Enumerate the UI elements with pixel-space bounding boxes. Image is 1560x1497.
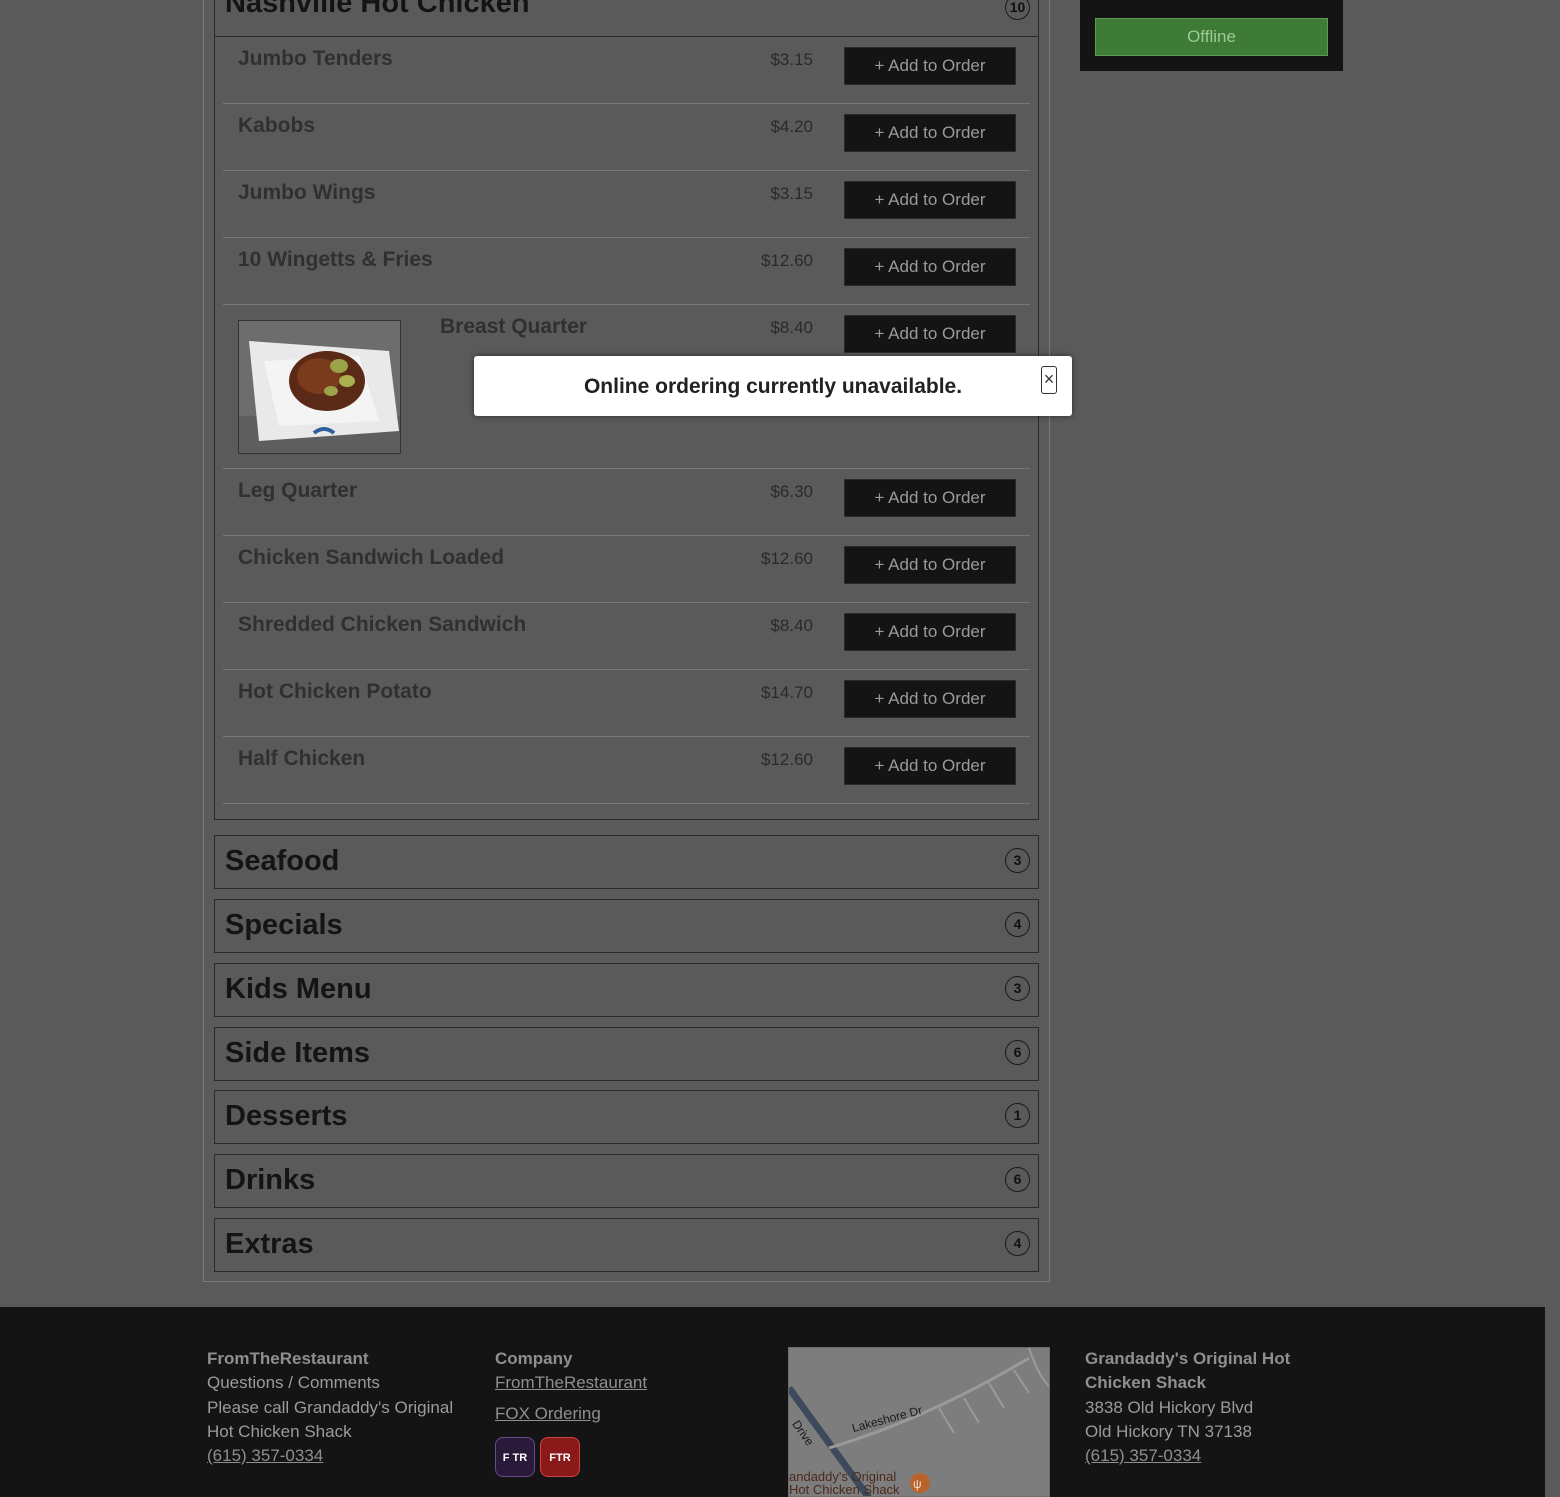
footer-text: Please call Grandaddy's Original [207,1397,454,1417]
item-price: $12.60 [761,251,813,270]
map-place-label: andaddy's Original Hot Chicken Shack [789,1470,900,1496]
ftr-app-icon[interactable]: FTR [540,1437,580,1477]
category-header[interactable]: Nashville Hot Chicken 10 [215,0,1038,37]
offline-status-button[interactable]: Offline [1095,18,1328,56]
item-name: 10 Wingetts & Fries [238,248,433,271]
footer-text: Hot Chicken Shack [207,1421,352,1441]
footer-heading: Company [495,1349,573,1368]
item-price: $12.60 [761,549,813,568]
modal-message: Online ordering currently unavailable. [583,375,963,398]
menu-item: Kabobs $4.20 + Add to Order [223,104,1030,171]
category-seafood[interactable]: Seafood 3 [214,835,1039,889]
item-name: Breast Quarter [440,315,588,338]
item-name: Half Chicken [238,747,366,770]
add-to-order-button[interactable]: + Add to Order [844,248,1016,286]
add-to-order-button[interactable]: + Add to Order [844,479,1016,517]
fox-ordering-link[interactable]: FOX Ordering [495,1402,601,1426]
ftr-app-icon[interactable]: F TR [495,1437,535,1477]
address-line: 3838 Old Hickory Blvd [1085,1397,1254,1417]
menu-panel: Nashville Hot Chicken 10 Jumbo Tenders $… [203,0,1050,1282]
footer-heading: Chicken Shack [1085,1373,1206,1393]
item-price: $4.20 [770,117,813,136]
category-title: Drinks [225,1164,316,1196]
footer-phone-link[interactable]: (615) 357-0334 [207,1444,323,1468]
item-photo[interactable] [238,320,401,454]
menu-item: Shredded Chicken Sandwich $8.40 + Add to… [223,603,1030,670]
site-footer: FromTheRestaurant Questions / Comments P… [0,1307,1545,1497]
footer-contact: FromTheRestaurant Questions / Comments P… [207,1347,467,1468]
category-title: Extras [225,1228,314,1260]
location-map[interactable]: ψ Lakeshore Dr Drive andaddy's Original … [788,1347,1050,1497]
menu-item: Jumbo Tenders $3.15 + Add to Order [223,37,1030,104]
footer-heading: FromTheRestaurant [207,1349,369,1368]
item-name: Jumbo Tenders [238,47,393,70]
add-to-order-button[interactable]: + Add to Order [844,747,1016,785]
category-title: Nashville Hot Chicken [225,0,530,19]
menu-item: Jumbo Wings $3.15 + Add to Order [223,171,1030,238]
category-title: Side Items [225,1037,371,1069]
menu-item: Chicken Sandwich Loaded $12.60 + Add to … [223,536,1030,603]
order-panel: Offline [1080,0,1343,71]
footer-text: Questions / Comments [207,1373,380,1393]
menu-item: Hot Chicken Potato $14.70 + Add to Order [223,670,1030,737]
footer-heading: Grandaddy's Original Hot [1085,1349,1291,1368]
add-to-order-button[interactable]: + Add to Order [844,546,1016,584]
add-to-order-button[interactable]: + Add to Order [844,680,1016,718]
item-price: $6.30 [770,482,813,501]
item-count-badge: 3 [1005,848,1030,873]
category-title: Kids Menu [225,973,372,1005]
close-icon[interactable]: × [1041,366,1057,394]
item-price: $8.40 [770,616,813,635]
item-price: $3.15 [770,184,813,203]
unavailable-modal: Online ordering currently unavailable. × [474,356,1072,416]
address-line: Old Hickory TN 37138 [1085,1421,1252,1441]
add-to-order-button[interactable]: + Add to Order [844,315,1016,353]
item-count-badge: 3 [1005,976,1030,1001]
item-count-badge: 10 [1005,0,1030,20]
category-kids-menu[interactable]: Kids Menu 3 [214,963,1039,1017]
footer-phone-link[interactable]: (615) 357-0334 [1085,1444,1201,1468]
item-price: $14.70 [761,683,813,702]
item-name: Shredded Chicken Sandwich [238,613,527,636]
item-name: Leg Quarter [238,479,358,502]
footer-company: Company FromTheRestaurant FOX Ordering [495,1347,735,1426]
menu-item: 10 Wingetts & Fries $12.60 + Add to Orde… [223,238,1030,305]
svg-text:ψ: ψ [913,1477,922,1491]
add-to-order-button[interactable]: + Add to Order [844,613,1016,651]
item-name: Chicken Sandwich Loaded [238,546,505,569]
category-side-items[interactable]: Side Items 6 [214,1027,1039,1081]
add-to-order-button[interactable]: + Add to Order [844,181,1016,219]
menu-item: Half Chicken $12.60 + Add to Order [223,737,1030,804]
fromtherestaurant-link[interactable]: FromTheRestaurant [495,1371,647,1395]
add-to-order-button[interactable]: + Add to Order [844,114,1016,152]
category-title: Desserts [225,1100,348,1132]
item-name: Kabobs [238,114,316,137]
item-count-badge: 4 [1005,912,1030,937]
add-to-order-button[interactable]: + Add to Order [844,47,1016,85]
footer-restaurant-info: Grandaddy's Original Hot Chicken Shack 3… [1085,1347,1345,1468]
item-count-badge: 6 [1005,1040,1030,1065]
item-price: $12.60 [761,750,813,769]
item-count-badge: 4 [1005,1231,1030,1256]
category-specials[interactable]: Specials 4 [214,899,1039,953]
item-count-badge: 6 [1005,1167,1030,1192]
item-price: $8.40 [770,318,813,337]
category-title: Seafood [225,845,340,877]
menu-item: Leg Quarter $6.30 + Add to Order [223,469,1030,536]
item-name: Hot Chicken Potato [238,680,432,703]
map-place-line: Hot Chicken Shack [789,1482,900,1497]
item-count-badge: 1 [1005,1103,1030,1128]
item-name: Jumbo Wings [238,181,376,204]
category-drinks[interactable]: Drinks 6 [214,1154,1039,1208]
category-title: Specials [225,909,343,941]
category-desserts[interactable]: Desserts 1 [214,1090,1039,1144]
category-extras[interactable]: Extras 4 [214,1218,1039,1272]
item-price: $3.15 [770,50,813,69]
